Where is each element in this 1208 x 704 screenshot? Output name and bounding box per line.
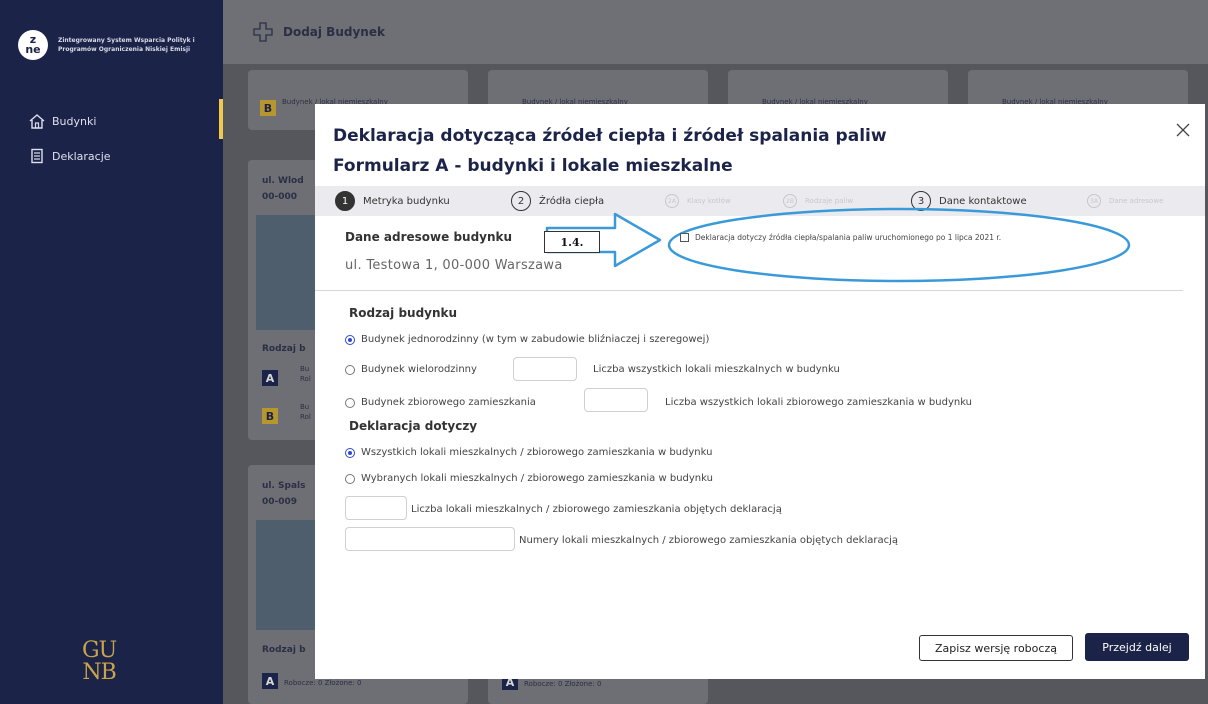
- card-postal: 00-009: [262, 497, 298, 507]
- step-label: Źródła ciepła: [539, 195, 605, 207]
- step-number: 2A: [665, 194, 679, 208]
- step-klasy-kotlow[interactable]: 2A Klasy kotłów: [665, 194, 731, 208]
- step-label: Metryka budynku: [363, 195, 450, 207]
- checkbox-box[interactable]: [680, 233, 689, 242]
- gunb-logo: GU NB: [82, 638, 117, 685]
- address-value: ul. Testowa 1, 00-000 Warszawa: [345, 258, 563, 273]
- radio-button[interactable]: [345, 447, 355, 458]
- card-row: Bu: [300, 365, 310, 373]
- gunb-logo-line2: NB: [82, 660, 116, 685]
- card-row: Bu: [300, 403, 310, 411]
- step-number: 2B: [783, 194, 797, 208]
- close-icon[interactable]: [1175, 122, 1191, 138]
- annotation-label: 1.4.: [544, 231, 600, 253]
- card-row-sub: Rol: [300, 413, 311, 421]
- brand-logo: z ne: [18, 30, 48, 60]
- topbar: Dodaj Budynek: [223, 0, 1208, 64]
- brand-logo-line2: ne: [25, 43, 41, 56]
- step-zrodla[interactable]: 2 Źródła ciepła: [511, 191, 604, 211]
- units-count-label: Liczba lokali mieszkalnych / zbiorowego …: [411, 504, 782, 515]
- save-draft-button[interactable]: Zapisz wersję roboczą: [919, 635, 1073, 661]
- stepper: 1 Metryka budynku 2 Źródła ciepła 2A Kla…: [315, 186, 1205, 216]
- radio-label: Wybranych lokali mieszkalnych / zbiorowe…: [361, 473, 713, 484]
- address-label: Dane adresowe budynku: [345, 230, 513, 244]
- radio-collective[interactable]: Budynek zbiorowego zamieszkania: [345, 397, 536, 408]
- card-street: ul. Wlod: [262, 176, 304, 186]
- radio-label: Budynek jednorodzinny (w tym w zabudowie…: [361, 334, 710, 345]
- card-type: Rodzaj b: [262, 344, 306, 354]
- radio-selected-units[interactable]: Wybranych lokali mieszkalnych / zbiorowe…: [345, 473, 713, 484]
- next-button[interactable]: Przejdź dalej: [1085, 633, 1189, 661]
- card-row-sub: Rol: [300, 375, 311, 383]
- step-label: Dane kontaktowe: [939, 195, 1027, 207]
- brand-text: Zintegrowany System Wsparcia Polityk i P…: [58, 37, 195, 53]
- step-rodzaje-paliw[interactable]: 2B Rodzaje paliw: [783, 194, 853, 208]
- step-label: Dane adresowe: [1109, 197, 1164, 205]
- home-icon: [29, 114, 45, 129]
- after-july-2021-checkbox[interactable]: Deklaracja dotyczy źródła ciepła/spalani…: [680, 233, 1001, 242]
- badge-a: A: [262, 673, 278, 689]
- radio-all-units[interactable]: Wszystkich lokali mieszkalnych / zbiorow…: [345, 447, 712, 458]
- step-number: 2: [511, 191, 531, 211]
- badge-b: B: [262, 408, 278, 424]
- collective-count-label: Liczba wszystkich lokali zbiorowego zami…: [665, 397, 973, 408]
- radio-label: Budynek zbiorowego zamieszkania: [361, 397, 536, 408]
- units-count-input[interactable]: [345, 496, 407, 520]
- radio-label: Budynek wielorodzinny: [361, 364, 477, 375]
- multi-family-count-input[interactable]: [513, 357, 577, 381]
- step-metryka[interactable]: 1 Metryka budynku: [335, 191, 450, 211]
- brand: z ne Zintegrowany System Wsparcia Polity…: [18, 30, 208, 60]
- add-building-button[interactable]: Dodaj Budynek: [283, 25, 385, 39]
- badge-b: B: [260, 100, 276, 116]
- step-label: Klasy kotłów: [687, 197, 731, 205]
- gunb-logo-line1: GU: [82, 638, 117, 663]
- sidebar-item-label: Deklaracje: [52, 149, 111, 163]
- radio-multi-family[interactable]: Budynek wielorodzinny: [345, 364, 477, 375]
- sidebar: z ne Zintegrowany System Wsparcia Polity…: [0, 0, 225, 704]
- radio-button[interactable]: [345, 473, 355, 484]
- units-numbers-label: Numery lokali mieszkalnych / zbiorowego …: [519, 535, 899, 546]
- card-postal: 00-000: [262, 192, 298, 202]
- plus-icon[interactable]: [253, 22, 273, 42]
- radio-button[interactable]: [345, 364, 355, 375]
- step-label: Rodzaje paliw: [805, 197, 854, 205]
- sidebar-item-budynki[interactable]: Budynki: [28, 99, 225, 139]
- step-number: 3A: [1087, 194, 1101, 208]
- scope-heading: Deklaracja dotyczy: [349, 419, 478, 433]
- radio-label: Wszystkich lokali mieszkalnych / zbiorow…: [361, 447, 713, 458]
- declaration-modal: Deklaracja dotycząca źródeł ciepła i źró…: [315, 104, 1205, 679]
- divider: [315, 290, 1183, 291]
- radio-single-family[interactable]: Budynek jednorodzinny (w tym w zabudowie…: [345, 334, 709, 345]
- step-number: 1: [335, 191, 355, 211]
- radio-button[interactable]: [345, 397, 355, 408]
- step-dane-adresowe[interactable]: 3A Dane adresowe: [1087, 194, 1163, 208]
- sidebar-item-label: Budynki: [52, 114, 97, 128]
- collective-count-input[interactable]: [584, 388, 648, 412]
- checkbox-label: Deklaracja dotyczy źródła ciepła/spalani…: [695, 233, 1002, 242]
- card-counts: Robocze: 0 Złożone: 0: [524, 680, 602, 688]
- modal-subtitle: Formularz A - budynki i lokale mieszkaln…: [333, 156, 733, 176]
- card-counts: Robocze: 0 Złożone: 0: [284, 679, 362, 687]
- radio-button[interactable]: [345, 334, 355, 345]
- sidebar-item-deklaracje[interactable]: Deklaracje: [28, 148, 111, 164]
- badge-a: A: [262, 370, 278, 386]
- units-numbers-input[interactable]: [345, 527, 515, 551]
- modal-title: Deklaracja dotycząca źródeł ciepła i źró…: [333, 126, 887, 146]
- card-type: Rodzaj b: [262, 645, 306, 655]
- card-street: ul. Spals: [262, 481, 306, 491]
- document-icon: [31, 148, 43, 164]
- step-number: 3: [911, 191, 931, 211]
- step-dane-kontaktowe[interactable]: 3 Dane kontaktowe: [911, 191, 1027, 211]
- building-type-heading: Rodzaj budynku: [349, 306, 458, 320]
- multi-family-count-label: Liczba wszystkich lokali mieszkalnych w …: [593, 364, 840, 375]
